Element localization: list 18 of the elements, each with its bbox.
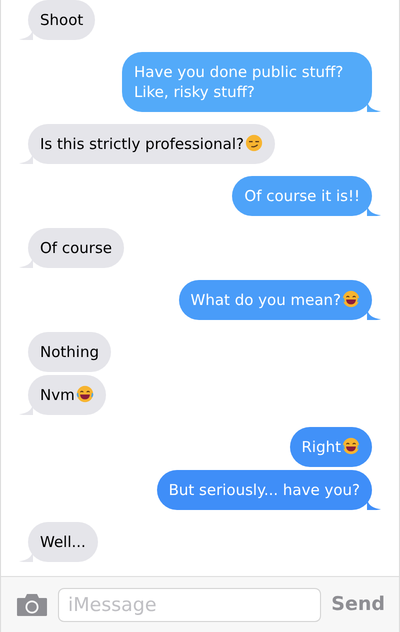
message-text: What do you mean? xyxy=(190,291,341,309)
message-text: Of course xyxy=(40,239,112,257)
message-text: Is this strictly professional? xyxy=(40,135,244,153)
smirking-face-icon xyxy=(244,134,263,152)
camera-icon[interactable] xyxy=(16,592,48,616)
send-button[interactable]: Send xyxy=(331,590,385,619)
message-text: But seriously... have you? xyxy=(168,481,360,499)
message-text: Have you done public stuff? Like, risky stuff? xyxy=(134,63,344,101)
message-input-field[interactable]: iMessage xyxy=(58,588,322,622)
laughing-face-icon xyxy=(76,385,94,403)
laughing-face-icon xyxy=(342,437,360,455)
message-text: Well... xyxy=(40,533,86,551)
message-text: Of course it is!! xyxy=(244,187,360,205)
laughing-face-icon xyxy=(342,290,360,308)
message-text: Nvm xyxy=(40,386,75,404)
message-text: Shoot xyxy=(40,11,84,29)
message-text: Right xyxy=(302,438,341,456)
message-text: Nothing xyxy=(40,343,99,361)
